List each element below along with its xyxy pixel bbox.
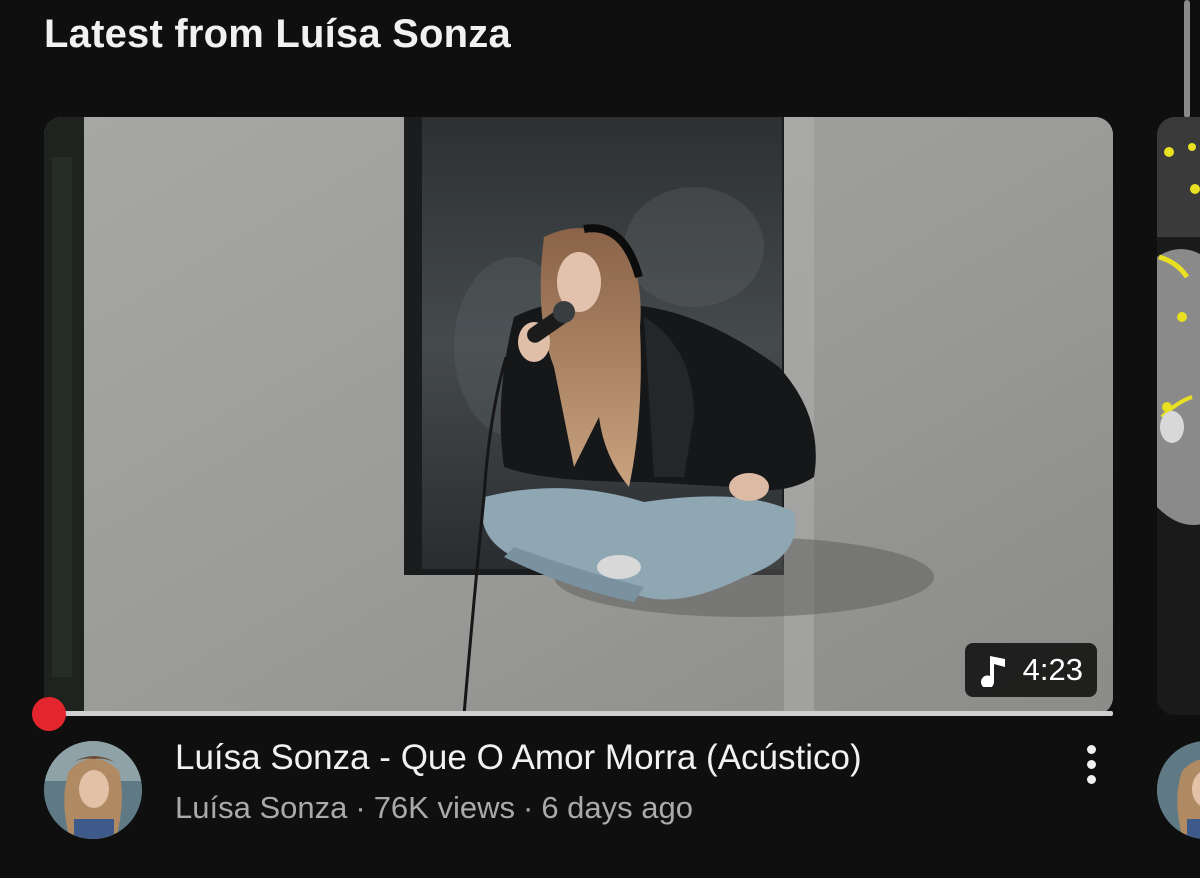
view-count: 76K views [373,790,515,825]
vertical-ellipsis-icon [1086,744,1096,754]
meta-separator: · [522,790,534,825]
duration-badge: 4:23 [964,643,1097,697]
section-title: Latest from Luísa Sonza [44,12,511,56]
scrollbar[interactable] [1184,0,1190,118]
next-video-thumbnail[interactable] [1157,117,1200,715]
video-title[interactable]: Luísa Sonza - Que O Amor Morra (Acústico… [175,738,862,778]
meta-separator: · [355,790,366,825]
music-note-icon [980,656,1005,687]
upload-age: 6 days ago [541,790,693,825]
more-options-button[interactable] [1072,742,1110,786]
thumbnail-image [44,117,1113,715]
video-metadata: Luísa Sonza · 76K views · 6 days ago [175,790,693,826]
watch-progress-bar [48,711,1113,716]
next-avatar-image [1157,741,1200,839]
channel-avatar[interactable] [44,741,142,839]
next-thumbnail-image [1157,117,1200,715]
ellipsis-dot [1086,759,1096,769]
watch-progress-indicator [32,697,66,731]
channel-name[interactable]: Luísa Sonza [175,790,347,825]
shelf-section: Latest from Luísa Sonza 4:23 Luísa Sonza… [0,0,1200,878]
video-thumbnail[interactable]: 4:23 [44,117,1113,715]
video-card[interactable]: 4:23 [44,117,1113,717]
duration-label: 4:23 [1022,652,1083,687]
ellipsis-dot [1086,774,1096,784]
avatar-image [44,741,142,839]
next-channel-avatar[interactable] [1157,741,1200,839]
